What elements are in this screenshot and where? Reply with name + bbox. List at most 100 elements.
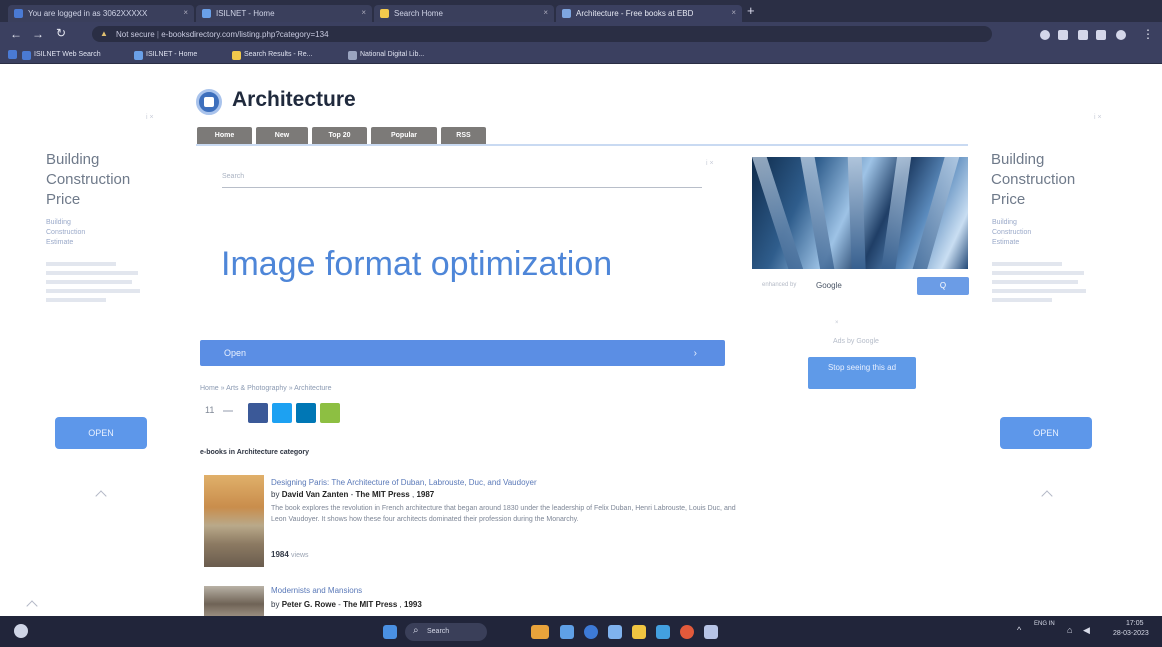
sidebar-ad-title-right[interactable]: Building Construction Price [991,150,1075,210]
edge-browser-icon[interactable] [584,625,598,639]
bookmark-1[interactable]: ISILNET Web Search [22,51,101,60]
bookmark-label: Search Results - Re... [244,51,313,58]
bookmark-favicon-icon [134,51,143,60]
app-icon[interactable] [704,625,718,639]
ad-search-input[interactable]: Search [222,173,244,180]
book-title-link[interactable]: Designing Paris: The Architecture of Dub… [271,478,537,487]
teams-icon[interactable] [608,625,622,639]
tab-label: ISILNET - Home [216,9,275,18]
menu-kebab-icon[interactable]: ⋮ [1142,27,1154,41]
sidebar-icon[interactable] [1096,30,1106,40]
google-search-button[interactable]: Q [917,277,969,295]
ad-choices-icon[interactable]: i × [706,160,714,167]
tab-favicon-icon [14,9,23,18]
sidebar-open-button[interactable]: OPEN [55,417,147,449]
close-icon[interactable]: × [361,8,366,17]
new-tab-button[interactable]: + [747,3,755,18]
clock-time[interactable]: 17:05 [1126,620,1144,627]
like-count: 11 [205,405,233,415]
search-enhanced-label: enhanced by [762,282,797,288]
sidebar-ad-title[interactable]: Building Construction Price [46,150,130,210]
title-line: Price [991,191,1026,208]
skyscraper-image[interactable] [752,157,968,269]
ad-choices-icon[interactable]: i × [1094,114,1102,121]
os-taskbar [0,616,1162,647]
nav-tab-top20[interactable]: Top 20 [312,127,367,144]
nav-tab-rss[interactable]: RSS [441,127,486,144]
sidebar-ad-subtitle: Building Construction Estimate [46,218,85,248]
like-count-value: 11 [205,405,215,415]
title-line: Construction [46,171,131,188]
bookmark-label: ISILNET Web Search [34,51,101,58]
browser-tab-2[interactable]: ISILNET - Home × [196,5,372,22]
browser-tab-4[interactable]: Architecture - Free books at EBD × [556,5,742,22]
search-underline [222,187,702,188]
sidebar-ad-description [46,262,142,302]
reload-icon[interactable]: ↻ [56,26,66,40]
stop-seeing-ad-button[interactable]: Stop seeing this ad [808,357,916,389]
site-logo-icon[interactable] [196,89,222,115]
book-views-count: 1984 [271,550,289,559]
book-title-link[interactable]: Modernists and Mansions [271,586,362,595]
tab-label: Architecture - Free books at EBD [576,9,694,18]
share-icon[interactable] [1040,30,1050,40]
ad-choices-icon[interactable]: i × [146,114,154,121]
folder-icon[interactable] [632,625,646,639]
ads-by-google-label: Ads by Google [833,338,879,345]
volume-icon[interactable]: ◀ [1083,625,1090,636]
book-byline: by David Van Zanten - The MIT Press , 19… [271,490,435,499]
file-explorer-icon[interactable] [560,625,574,639]
network-icon[interactable]: ⌂ [1067,625,1072,635]
bookmark-3[interactable]: Search Results - Re... [232,51,313,60]
close-icon[interactable]: × [183,8,188,17]
nav-tab-new[interactable]: New [256,127,308,144]
twitter-share-icon[interactable] [272,403,292,423]
profile-icon[interactable] [1116,30,1126,40]
language-indicator[interactable]: ENG IN [1034,620,1055,628]
taskbar-search[interactable]: Search [405,623,487,641]
tray-overflow-icon[interactable]: ^ [1017,625,1021,635]
store-icon[interactable] [656,625,670,639]
ad-headline[interactable]: Image format optimization [221,245,612,284]
widgets-icon[interactable] [14,624,28,638]
book-cover-image[interactable] [204,475,264,567]
star-icon[interactable] [1058,30,1068,40]
warning-icon: ▲ [100,29,108,38]
book-description: The book explores the revolution in Fren… [271,505,736,523]
sidebar-open-button-right[interactable]: OPEN [1000,417,1092,449]
ad-open-button[interactable]: Open › [200,340,725,366]
facebook-share-icon[interactable] [248,403,268,423]
close-icon[interactable]: × [835,320,839,326]
nav-tab-home[interactable]: Home [197,127,252,144]
weather-icon[interactable] [531,625,549,639]
sub-line: Building [46,219,71,226]
forward-arrow-icon[interactable]: → [32,27,44,41]
extensions-icon[interactable] [1078,30,1088,40]
book-stats: 1984 views [271,550,309,559]
linkedin-share-icon[interactable] [296,403,316,423]
title-line: Building [991,151,1045,168]
share-icon[interactable] [320,403,340,423]
book-views-label: views [291,552,309,559]
clock-date[interactable]: 28-03-2023 [1113,630,1149,637]
back-arrow-icon[interactable]: ← [10,27,22,41]
chrome-icon[interactable] [680,625,694,639]
bookmark-2[interactable]: ISILNET - Home [134,51,197,60]
bookmark-label: National Digital Lib... [360,51,425,58]
apps-icon[interactable] [8,50,17,59]
breadcrumb[interactable]: Home » Arts & Photography » Architecture [200,385,332,392]
close-icon[interactable]: × [731,8,736,17]
nav-tab-popular[interactable]: Popular [371,127,437,144]
browser-tab-1[interactable]: You are logged in as 3062XXXXX × [8,5,194,22]
bookmarks-bar: ISILNET Web Search ISILNET - Home Search… [0,46,1162,64]
bookmark-4[interactable]: National Digital Lib... [348,51,425,60]
bookmark-favicon-icon [348,51,357,60]
book-year: 1987 [416,490,435,499]
browser-tab-3[interactable]: Search Home × [374,5,554,22]
book-cover-image[interactable] [204,586,264,616]
book-year: 1993 [404,600,422,609]
start-menu-icon[interactable] [383,625,397,639]
address-bar[interactable]: ▲ Not secure | e-booksdirectory.com/list… [92,26,992,42]
close-icon[interactable]: × [543,8,548,17]
sub-line: Estimate [46,239,74,246]
